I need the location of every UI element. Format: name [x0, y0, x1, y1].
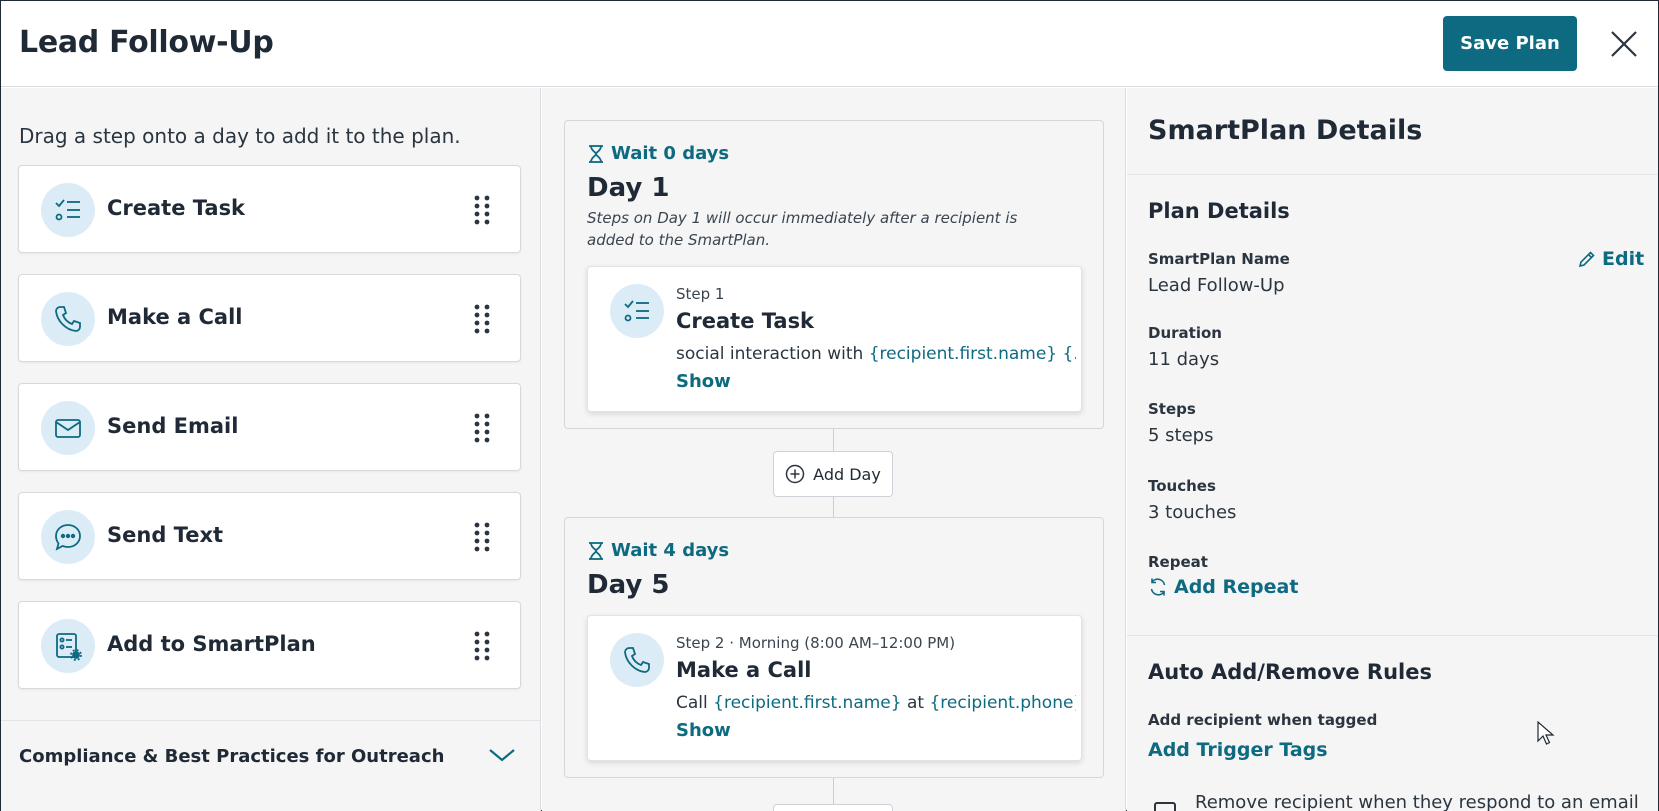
- drag-handle-icon[interactable]: [471, 302, 493, 336]
- palette-step-create-task[interactable]: Create Task: [18, 165, 521, 253]
- refresh-icon: [1150, 578, 1166, 596]
- day-block-5[interactable]: Wait 4 days Day 5 Step 2 · Morning (8:00…: [564, 517, 1104, 778]
- drag-handle-icon[interactable]: [471, 193, 493, 227]
- plan-timeline: Wait 0 days Day 1 Steps on Day 1 will oc…: [542, 88, 1126, 811]
- plus-circle-icon: [785, 464, 805, 484]
- wait-indicator[interactable]: Wait 0 days: [587, 143, 729, 164]
- palette-step-send-email[interactable]: Send Email: [18, 383, 521, 471]
- field-value: 5 steps: [1148, 425, 1214, 446]
- compliance-accordion[interactable]: Compliance & Best Practices for Outreach: [1, 720, 540, 811]
- header: Lead Follow-Up Save Plan: [1, 1, 1658, 87]
- wait-label: Wait 4 days: [611, 540, 730, 561]
- save-plan-button[interactable]: Save Plan: [1443, 16, 1577, 71]
- palette-step-label: Create Task: [107, 196, 246, 220]
- merge-token: {recipient.first.name}: [868, 344, 1058, 364]
- step-name: Create Task: [676, 309, 815, 333]
- plan-step-card[interactable]: Step 1 Create Task social interaction wi…: [587, 266, 1082, 412]
- merge-token: {recipient.phone}: [929, 693, 1076, 713]
- desc-text: social interaction with: [676, 344, 869, 364]
- palette-step-label: Send Text: [107, 523, 224, 547]
- envelope-icon: [41, 401, 95, 455]
- plan-step-card[interactable]: Step 2 · Morning (8:00 AM–12:00 PM) Make…: [587, 615, 1082, 761]
- page-title: Lead Follow-Up: [19, 25, 274, 60]
- field-label: Duration: [1148, 324, 1222, 342]
- field-label: SmartPlan Name: [1148, 250, 1290, 268]
- add-day-button[interactable]: Add Day: [773, 451, 893, 497]
- step-name: Make a Call: [676, 658, 812, 682]
- field-label: Steps: [1148, 400, 1196, 418]
- palette-step-add-to-smartplan[interactable]: Add to SmartPlan: [18, 601, 521, 689]
- phone-icon: [41, 292, 95, 346]
- day-title: Day 5: [587, 570, 670, 600]
- step-description: Call {recipient.first.name} at {recipien…: [676, 693, 1076, 713]
- desc-text: at: [901, 693, 930, 713]
- details-panel: SmartPlan Details Plan Details Edit Smar…: [1127, 88, 1658, 811]
- palette-step-send-text[interactable]: Send Text: [18, 492, 521, 580]
- hourglass-icon: [589, 541, 603, 560]
- palette-step-label: Make a Call: [107, 305, 243, 329]
- drag-handle-icon[interactable]: [471, 411, 493, 445]
- step-meta: Step 2 · Morning (8:00 AM–12:00 PM): [676, 634, 956, 652]
- remove-on-respond-label: Remove recipient when they respond to an…: [1195, 792, 1639, 811]
- rules-heading: Auto Add/Remove Rules: [1148, 660, 1432, 684]
- mouse-cursor-icon: [1537, 720, 1555, 747]
- day-block-1[interactable]: Wait 0 days Day 1 Steps on Day 1 will oc…: [564, 120, 1104, 429]
- step-description: social interaction with {recipient.first…: [676, 344, 1076, 364]
- add-repeat-label: Add Repeat: [1174, 576, 1299, 598]
- field-label: Touches: [1148, 477, 1216, 495]
- phone-icon: [610, 633, 664, 687]
- add-trigger-tags-link[interactable]: Add Trigger Tags: [1148, 739, 1328, 761]
- step-palette: Drag a step onto a day to add it to the …: [1, 88, 541, 811]
- show-link[interactable]: Show: [676, 371, 731, 392]
- field-value: 11 days: [1148, 349, 1220, 370]
- close-icon[interactable]: [1609, 29, 1639, 59]
- pencil-icon: [1578, 251, 1595, 268]
- remove-on-respond-checkbox[interactable]: [1154, 802, 1176, 811]
- add-day-label: Add Day: [813, 464, 881, 484]
- add-repeat-link[interactable]: Add Repeat: [1148, 576, 1298, 598]
- add-day-button-partial[interactable]: [773, 804, 893, 811]
- show-link[interactable]: Show: [676, 720, 731, 741]
- desc-text: Call: [676, 693, 714, 713]
- palette-step-label: Send Email: [107, 414, 239, 438]
- day-title: Day 1: [587, 173, 670, 203]
- wait-indicator[interactable]: Wait 4 days: [587, 540, 729, 561]
- field-value: Lead Follow-Up: [1148, 275, 1285, 296]
- field-value: 3 touches: [1148, 502, 1237, 523]
- divider: [1127, 174, 1658, 175]
- smartplan-icon: [41, 619, 95, 673]
- chat-bubble-icon: [41, 510, 95, 564]
- divider: [1127, 635, 1658, 636]
- plan-details-heading: Plan Details: [1148, 199, 1290, 223]
- drag-handle-icon[interactable]: [471, 520, 493, 554]
- add-when-tagged-label: Add recipient when tagged: [1148, 711, 1378, 729]
- details-title: SmartPlan Details: [1148, 115, 1423, 146]
- drag-handle-icon[interactable]: [471, 629, 493, 663]
- day-note: Steps on Day 1 will occur immediately af…: [587, 209, 1018, 249]
- compliance-label: Compliance & Best Practices for Outreach: [19, 746, 445, 767]
- hourglass-icon: [589, 144, 603, 163]
- step-meta: Step 1: [676, 285, 725, 303]
- palette-hint: Drag a step onto a day to add it to the …: [19, 124, 461, 148]
- task-list-icon: [41, 183, 95, 237]
- wait-label: Wait 0 days: [611, 143, 730, 164]
- edit-label: Edit: [1602, 248, 1645, 270]
- repeat-label: Repeat: [1148, 553, 1208, 571]
- chevron-down-icon[interactable]: [487, 745, 517, 765]
- palette-step-make-call[interactable]: Make a Call: [18, 274, 521, 362]
- merge-token: {recipient.first.name}: [713, 693, 902, 713]
- palette-step-label: Add to SmartPlan: [107, 632, 316, 656]
- edit-link[interactable]: Edit: [1578, 248, 1644, 270]
- merge-token: {...: [1062, 344, 1076, 364]
- task-list-icon: [610, 284, 664, 338]
